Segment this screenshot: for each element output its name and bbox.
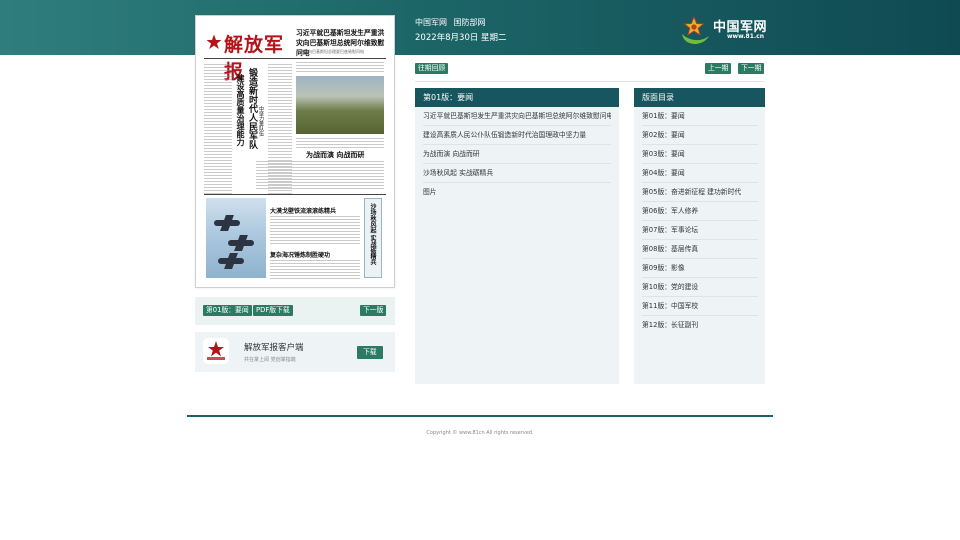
articles-heading: 第01版：要闻 (415, 88, 619, 107)
article-link[interactable]: 建设高素质人民公仆队伍锻造新时代治国理政中坚力量 (423, 126, 611, 145)
page-link[interactable]: 第07版：军事论坛 (642, 221, 758, 240)
app-download-button[interactable]: 下载 (357, 346, 383, 359)
site-logo[interactable]: 中国军网 www.81.cn (678, 14, 768, 46)
side-box-title: 沙场秋风起 实战砺精兵 (369, 203, 376, 266)
page-nav-bar: 第01版：要闻 PDF版下载 下一版 (195, 297, 395, 325)
page-link[interactable]: 第10版：党的建设 (642, 278, 758, 297)
page-link[interactable]: 第05版：奋进新征程 建功新时代 (642, 183, 758, 202)
next-issue-button[interactable]: 下一期 (738, 63, 765, 74)
footer-divider (187, 415, 773, 417)
logo-url: www.81.cn (727, 33, 764, 40)
text-column (204, 64, 232, 194)
pdf-download-button[interactable]: PDF版下载 (253, 305, 293, 316)
text-column (270, 216, 360, 246)
lower-heading-2: 复杂海况锤炼制胜硬功 (270, 252, 331, 259)
article-link[interactable]: 沙场秋风起 实战砺精兵 (423, 164, 611, 183)
jet-shape (214, 220, 240, 226)
masthead-rule (204, 58, 386, 59)
page-link[interactable]: 第08版：基层传真 (642, 240, 758, 259)
page-link[interactable]: 第03版：要闻 (642, 145, 758, 164)
text-column (270, 260, 360, 280)
page-link[interactable]: 第06版：军人修养 (642, 202, 758, 221)
vertical-title-2: 建设高质量治理能力 (236, 74, 246, 146)
app-promo: 解放军报客户端 共在掌上阅 党创掌指端 下载 (195, 332, 395, 372)
archive-button[interactable]: 往期回顾 (415, 63, 449, 74)
prev-issue-button[interactable]: 上一期 (705, 63, 732, 74)
text-column (296, 138, 384, 150)
front-photo-jets (206, 198, 266, 278)
page-link[interactable]: 第04版：要闻 (642, 164, 758, 183)
header-link-81cn[interactable]: 中国军网 (415, 18, 447, 27)
page-link[interactable]: 第11版：中国军校 (642, 297, 758, 316)
copyright-text: Copyright © www.81cn All rights reserved… (426, 430, 534, 436)
text-column (296, 62, 384, 74)
header-link-mod[interactable]: 国防部网 (454, 18, 486, 27)
jet-shape (228, 240, 254, 246)
section-rule (204, 194, 386, 195)
page-directory-heading: 版面目录 (634, 88, 765, 107)
issue-date: 2022年8月30日 星期二 (415, 33, 507, 43)
page-link[interactable]: 第12版：长征副刊 (642, 316, 758, 335)
header-links: 中国军网 国防部网 (415, 17, 490, 28)
lower-heading-1: 大漠戈壁铁流滚滚练精兵 (270, 208, 337, 215)
article-link[interactable]: 图片 (423, 183, 611, 202)
page-link[interactable]: 第09版：影像 (642, 259, 758, 278)
article-link[interactable]: 为战而演 向战而研 (423, 145, 611, 164)
article-link[interactable]: 习近平就巴基斯坦发生严重洪灾向巴基斯坦总统阿尔维致慰问电 (423, 107, 611, 126)
red-star-icon (206, 34, 222, 49)
jet-shape (218, 258, 244, 264)
red-star-icon (207, 341, 225, 360)
app-subtitle: 共在掌上阅 党创掌指端 (244, 357, 296, 363)
page-directory-list: 第01版：要闻 第02版：要闻 第03版：要闻 第04版：要闻 第05版：奋进新… (634, 107, 765, 384)
article-list: 习近平就巴基斯坦发生严重洪灾向巴基斯坦总统阿尔维致慰问电 建设高素质人民公仆队伍… (415, 107, 619, 384)
app-icon (203, 338, 229, 364)
newspaper-masthead: 解放军报 (204, 26, 294, 83)
front-subline: 李克强向巴基斯坦总理夏巴兹致慰问电 (296, 49, 364, 54)
logo-emblem-icon (682, 15, 709, 44)
text-column (256, 161, 384, 191)
newspaper-page-thumbnail[interactable]: 解放军报 习近平就巴基斯坦发生严重洪灾向巴基斯坦总统阿尔维致慰问电 李克强向巴基… (195, 15, 395, 288)
current-page-tag[interactable]: 第01版：要闻 (203, 305, 252, 316)
page-link[interactable]: 第02版：要闻 (642, 126, 758, 145)
page-link[interactable]: 第01版：要闻 (642, 107, 758, 126)
next-page-button[interactable]: 下一版 (360, 305, 387, 316)
side-box: 沙场秋风起 实战砺精兵 (364, 198, 382, 278)
app-title: 解放军报客户端 (244, 343, 304, 353)
front-photo-soldiers (296, 76, 384, 134)
mid-heading: 为战而演 向战而研 (306, 150, 365, 159)
issue-nav-row: 往期回顾 上一期 下一期 (415, 62, 765, 82)
